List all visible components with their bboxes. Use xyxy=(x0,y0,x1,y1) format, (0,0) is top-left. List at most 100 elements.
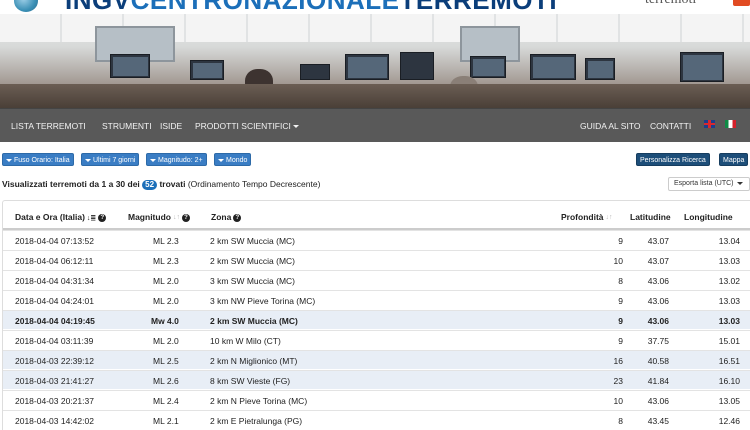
info-icon[interactable]: ? xyxy=(233,213,242,222)
cell-longitude: 13.03 xyxy=(718,316,740,326)
terremoti-logo[interactable]: terremoti xyxy=(645,0,696,8)
sort-icon[interactable]: ↓↑ xyxy=(173,214,180,221)
map-button[interactable]: Mappa xyxy=(719,153,749,166)
nav-contatti[interactable]: CONTATTI xyxy=(650,121,691,131)
site-brand[interactable]: INGVCENTRONAZIONALETERREMOTI xyxy=(65,0,557,13)
col-header-longitude[interactable]: Longitudine xyxy=(684,212,733,222)
col-header-magnitude-label: Magnitudo xyxy=(128,212,171,222)
cell-longitude: 16.51 xyxy=(718,356,740,366)
customize-search-button[interactable]: Personalizza Ricerca xyxy=(636,153,710,166)
nav-iside[interactable]: ISIDE xyxy=(160,121,182,131)
nav-strumenti[interactable]: STRUMENTI xyxy=(102,121,152,131)
col-header-datetime[interactable]: Data e Ora (Italia) ↓≣? xyxy=(15,212,107,222)
results-count-badge: 52 xyxy=(142,180,158,190)
cell-depth: 8 xyxy=(618,416,623,426)
sort-desc-icon[interactable]: ↓≣ xyxy=(87,214,96,222)
nav-prodotti-label: PRODOTTI SCIENTIFICI xyxy=(195,121,291,131)
cell-datetime[interactable]: 2018-04-04 07:13:52 xyxy=(15,236,94,246)
cell-datetime[interactable]: 2018-04-04 06:12:11 xyxy=(15,256,93,266)
cell-longitude: 12.46 xyxy=(718,416,740,426)
table-row[interactable]: 2018-04-04 04:31:34 ML 2.0 3 km SW Mucci… xyxy=(3,270,750,289)
cell-magnitude: ML 2.3 xyxy=(153,256,179,266)
info-icon[interactable]: ? xyxy=(181,213,190,222)
info-icon[interactable]: ? xyxy=(98,213,107,222)
table-row[interactable]: 2018-04-04 03:11:39 ML 2.0 10 km W Milo … xyxy=(3,330,750,349)
table-row-highlighted[interactable]: 2018-04-04 04:19:45 Mw 4.0 2 km SW Mucci… xyxy=(3,310,750,329)
cell-longitude: 13.03 xyxy=(718,296,740,306)
magnitude-filter-button[interactable]: Magnitudo: 2+ xyxy=(146,153,207,166)
cell-datetime[interactable]: 2018-04-03 21:41:27 xyxy=(15,376,94,386)
nav-guida-al-sito[interactable]: GUIDA AL SITO xyxy=(580,121,640,131)
table-row[interactable]: 2018-04-03 20:21:37 ML 2.4 2 km N Pieve … xyxy=(3,390,750,409)
timezone-filter-label: Fuso Orario: Italia xyxy=(14,157,70,164)
cell-zone[interactable]: 3 km NW Pieve Torina (MC) xyxy=(210,296,315,306)
cell-latitude: 43.06 xyxy=(647,396,669,406)
table-row[interactable]: 2018-04-04 06:12:11 ML 2.3 2 km SW Mucci… xyxy=(3,250,750,269)
cell-zone[interactable]: 10 km W Milo (CT) xyxy=(210,336,281,346)
cell-depth: 9 xyxy=(618,316,623,326)
cell-longitude: 15.01 xyxy=(718,336,740,346)
rss-icon[interactable] xyxy=(733,0,750,6)
cell-depth: 9 xyxy=(618,236,623,246)
nav-prodotti-scientifici[interactable]: PRODOTTI SCIENTIFICI xyxy=(195,121,299,131)
cell-zone[interactable]: 8 km SW Vieste (FG) xyxy=(210,376,290,386)
export-list-label: Esporta lista (UTC) xyxy=(674,180,734,187)
cell-latitude: 43.06 xyxy=(647,296,669,306)
cell-magnitude: ML 2.0 xyxy=(153,276,179,286)
cell-datetime[interactable]: 2018-04-03 20:21:37 xyxy=(15,396,94,406)
cell-zone[interactable]: 2 km E Pietralunga (PG) xyxy=(210,416,302,426)
cell-datetime[interactable]: 2018-04-03 14:42:02 xyxy=(15,416,94,426)
cell-latitude: 43.07 xyxy=(647,256,669,266)
cell-zone[interactable]: 3 km SW Muccia (MC) xyxy=(210,276,295,286)
cell-latitude: 40.58 xyxy=(647,356,669,366)
cell-magnitude: ML 2.6 xyxy=(153,376,179,386)
table-row[interactable]: 2018-04-03 22:39:12 ML 2.5 2 km N Miglio… xyxy=(3,350,750,369)
cell-datetime[interactable]: 2018-04-04 04:24:01 xyxy=(15,296,94,306)
timezone-filter-button[interactable]: Fuso Orario: Italia xyxy=(2,153,74,166)
chevron-down-icon xyxy=(6,158,12,162)
english-flag-icon[interactable] xyxy=(704,120,715,128)
table-row[interactable]: 2018-04-04 07:13:52 ML 2.3 2 km SW Mucci… xyxy=(3,230,750,249)
cell-latitude: 41.84 xyxy=(647,376,669,386)
col-header-depth-label: Profondità xyxy=(561,212,604,222)
cell-magnitude: ML 2.5 xyxy=(153,356,179,366)
cell-latitude: 43.06 xyxy=(647,276,669,286)
chevron-down-icon xyxy=(85,158,91,162)
chevron-down-icon xyxy=(150,158,156,162)
cell-magnitude: ML 2.1 xyxy=(153,416,179,426)
col-header-zone[interactable]: Zona? xyxy=(211,212,242,222)
sort-icon[interactable]: ↓↑ xyxy=(606,214,613,221)
brand-centro: CENTRONAZIONALE xyxy=(131,0,400,14)
globe-logo-icon[interactable] xyxy=(14,0,38,12)
area-filter-button[interactable]: Mondo xyxy=(214,153,252,166)
cell-datetime[interactable]: 2018-04-04 04:19:45 xyxy=(15,316,95,326)
cell-magnitude: Mw 4.0 xyxy=(151,316,179,326)
col-header-magnitude[interactable]: Magnitudo ↓↑? xyxy=(128,212,190,222)
period-filter-button[interactable]: Ultimi 7 giorni xyxy=(81,153,140,166)
table-row[interactable]: 2018-04-03 14:42:02 ML 2.1 2 km E Pietra… xyxy=(3,410,750,429)
cell-datetime[interactable]: 2018-04-03 22:39:12 xyxy=(15,356,94,366)
col-header-depth[interactable]: Profondità ↓↑ xyxy=(561,212,613,222)
banner-photo xyxy=(0,14,750,108)
cell-zone[interactable]: 2 km SW Muccia (MC) xyxy=(210,316,298,326)
italian-flag-icon[interactable] xyxy=(725,120,736,128)
col-header-zone-label: Zona xyxy=(211,212,232,222)
cell-datetime[interactable]: 2018-04-04 04:31:34 xyxy=(15,276,94,286)
cell-longitude: 16.10 xyxy=(718,376,740,386)
summary-order: (Ordinamento Tempo Decrescente) xyxy=(187,179,321,189)
cell-zone[interactable]: 2 km N Pieve Torina (MC) xyxy=(210,396,307,406)
cell-zone[interactable]: 2 km SW Muccia (MC) xyxy=(210,256,295,266)
cell-zone[interactable]: 2 km SW Muccia (MC) xyxy=(210,236,295,246)
nav-lista-terremoti[interactable]: LISTA TERREMOTI xyxy=(11,121,86,131)
export-list-dropdown[interactable]: Esporta lista (UTC) xyxy=(668,177,750,191)
cell-depth: 16 xyxy=(613,356,623,366)
cell-depth: 8 xyxy=(618,276,623,286)
cell-zone[interactable]: 2 km N Miglionico (MT) xyxy=(210,356,297,366)
cell-depth: 9 xyxy=(618,296,623,306)
table-row[interactable]: 2018-04-04 04:24:01 ML 2.0 3 km NW Pieve… xyxy=(3,290,750,309)
cell-datetime[interactable]: 2018-04-04 03:11:39 xyxy=(15,336,93,346)
cell-depth: 9 xyxy=(618,336,623,346)
table-row[interactable]: 2018-04-03 21:41:27 ML 2.6 8 km SW Viest… xyxy=(3,370,750,389)
col-header-latitude[interactable]: Latitudine xyxy=(630,212,671,222)
cell-depth: 10 xyxy=(613,256,623,266)
